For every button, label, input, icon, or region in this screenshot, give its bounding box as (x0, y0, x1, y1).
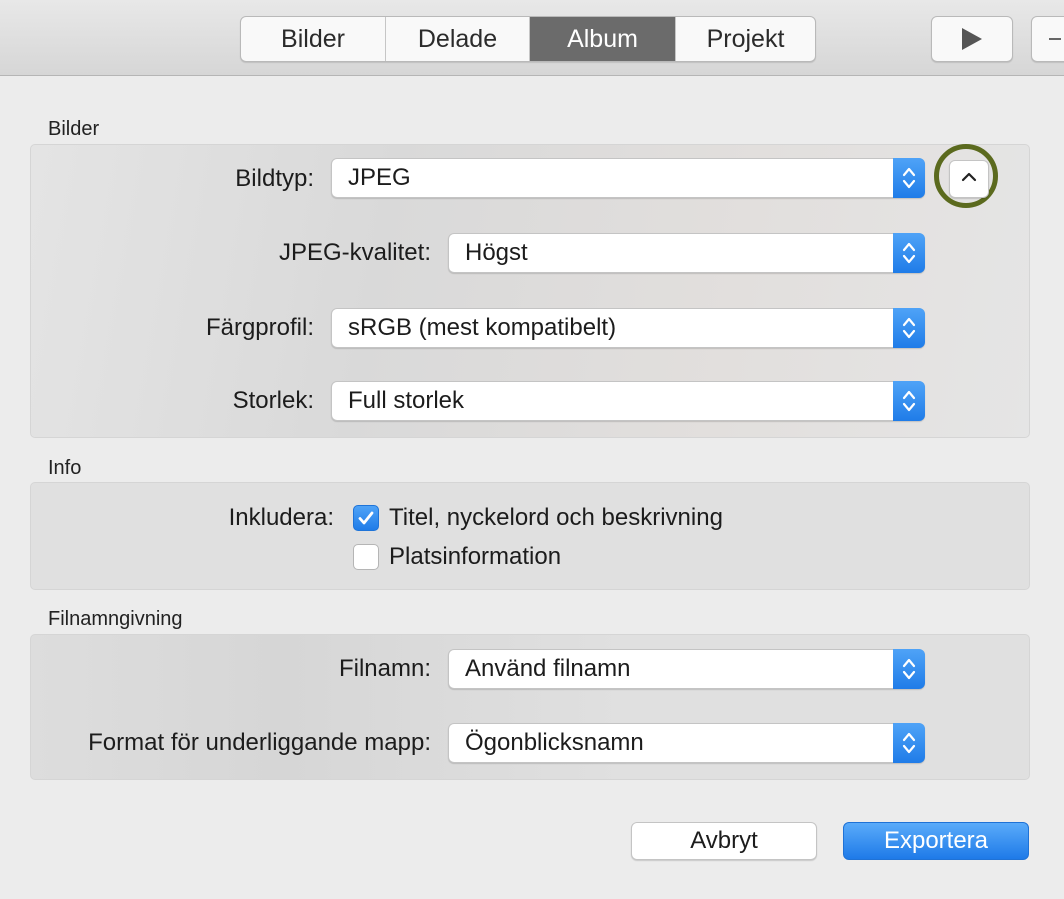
updown-arrows-icon (893, 723, 925, 763)
tab-bilder[interactable]: Bilder (241, 17, 386, 61)
bildtyp-select[interactable]: JPEG (331, 158, 925, 198)
checkmark-icon (358, 511, 374, 525)
jpeg-kvalitet-select[interactable]: Högst (448, 233, 925, 273)
fargprofil-label: Färgprofil: (205, 314, 314, 341)
storlek-value: Full storlek (348, 387, 465, 414)
slideshow-button[interactable] (931, 16, 1013, 62)
chevron-up-icon (960, 170, 978, 188)
section-title-filnamngivning: Filnamngivning (48, 608, 183, 630)
checkbox-titel-label[interactable]: Titel, nyckelord och beskrivning (389, 504, 723, 532)
checkbox-platsinformation[interactable] (353, 544, 379, 570)
fargprofil-value: sRGB (mest kompatibelt) (348, 314, 617, 341)
bildtyp-value: JPEG (348, 164, 411, 191)
toolbar-extra-button[interactable] (1031, 16, 1064, 62)
view-segmented-control: Bilder Delade Album Projekt (240, 16, 816, 62)
updown-arrows-icon (893, 308, 925, 348)
updown-arrows-icon (893, 649, 925, 689)
play-icon (962, 28, 982, 50)
updown-arrows-icon (893, 158, 925, 198)
checkbox-titel[interactable] (353, 505, 379, 531)
jpeg-kvalitet-value: Högst (465, 239, 528, 266)
mapp-format-value: Ögonblicksnamn (465, 729, 644, 756)
minus-icon (1049, 38, 1061, 40)
inkludera-label: Inkludera: (228, 504, 334, 531)
section-title-bilder: Bilder (48, 118, 100, 140)
tab-album[interactable]: Album (530, 17, 676, 61)
cancel-button[interactable]: Avbryt (631, 822, 817, 860)
checkbox-platsinformation-label[interactable]: Platsinformation (389, 543, 561, 571)
storlek-label: Storlek: (232, 387, 314, 414)
section-title-info: Info (48, 457, 82, 479)
mapp-format-label: Format för underliggande mapp: (88, 729, 431, 756)
filnamn-label: Filnamn: (338, 655, 431, 682)
bildtyp-label: Bildtyp: (235, 165, 314, 192)
tab-projekt[interactable]: Projekt (676, 17, 815, 61)
export-button[interactable]: Exportera (843, 822, 1029, 860)
fargprofil-select[interactable]: sRGB (mest kompatibelt) (331, 308, 925, 348)
jpeg-kvalitet-label: JPEG-kvalitet: (278, 239, 431, 266)
updown-arrows-icon (893, 233, 925, 273)
storlek-select[interactable]: Full storlek (331, 381, 925, 421)
filnamn-value: Använd filnamn (465, 655, 631, 682)
updown-arrows-icon (893, 381, 925, 421)
filnamn-select[interactable]: Använd filnamn (448, 649, 925, 689)
tab-delade[interactable]: Delade (386, 17, 530, 61)
mapp-format-select[interactable]: Ögonblicksnamn (448, 723, 925, 763)
collapse-options-button[interactable] (949, 160, 989, 198)
info-panel (30, 482, 1030, 590)
toolbar: Bilder Delade Album Projekt (0, 0, 1064, 76)
